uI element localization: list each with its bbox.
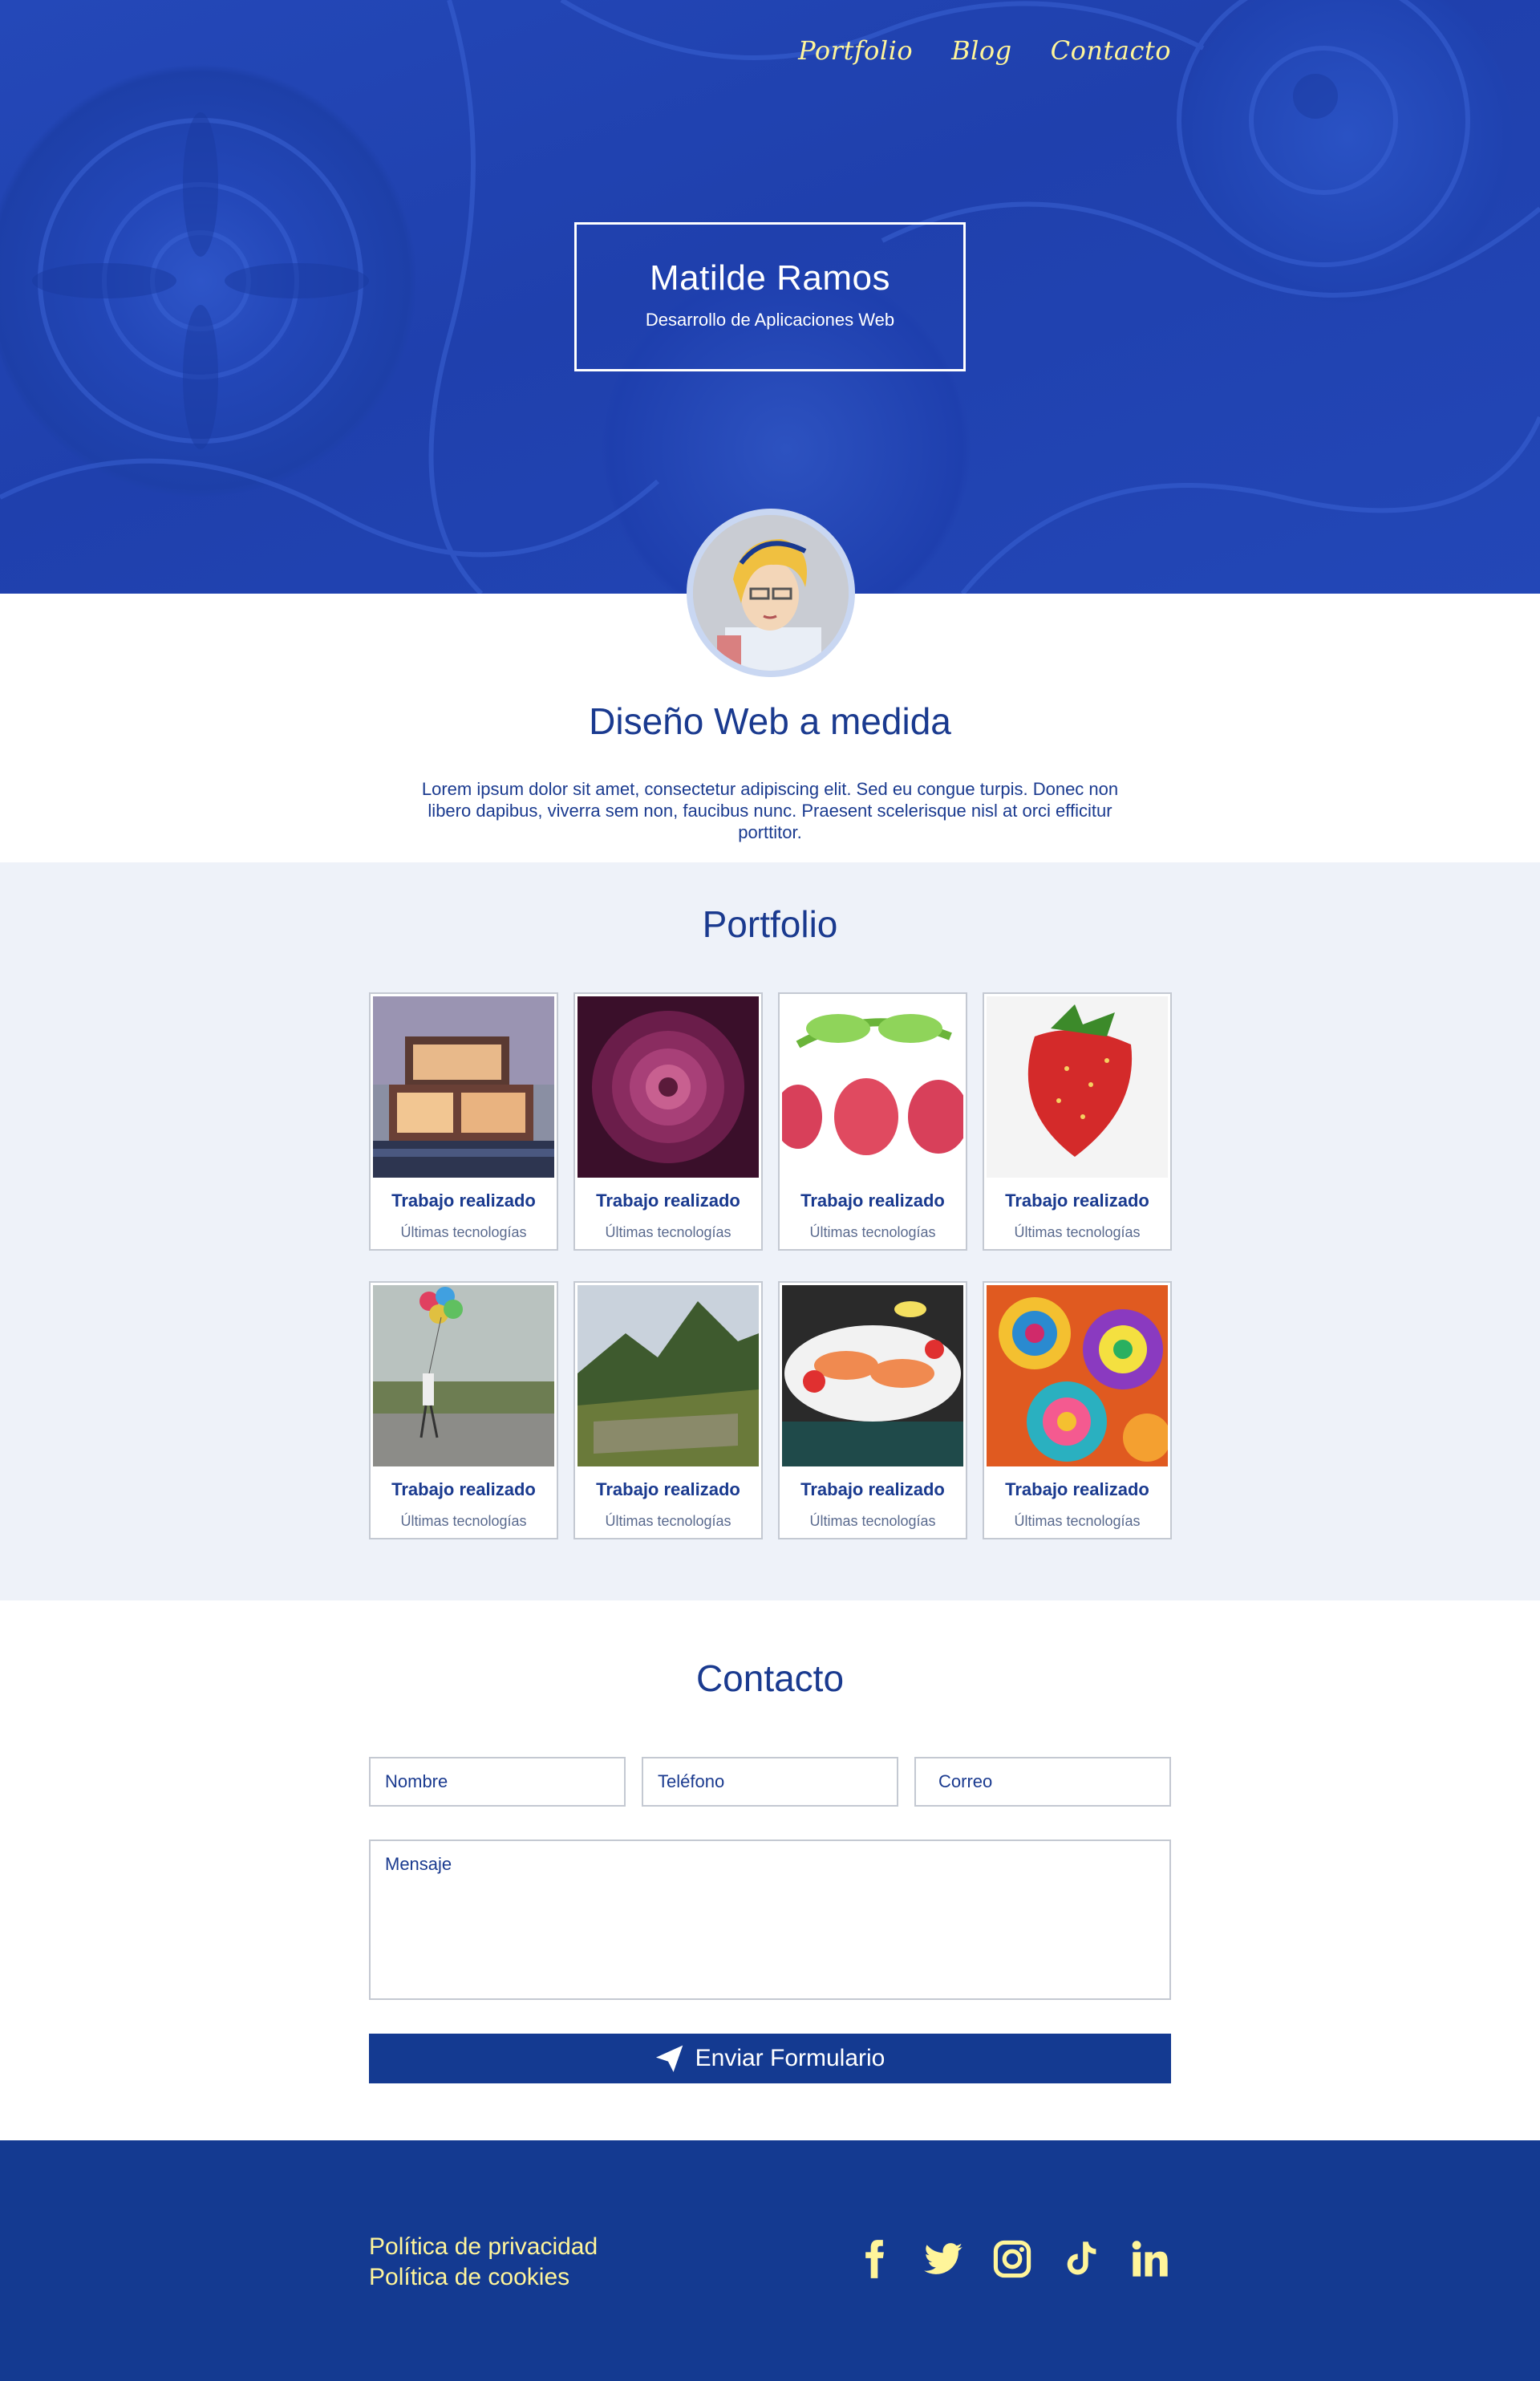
girl-with-balloons-image bbox=[373, 1285, 554, 1466]
portfolio-card[interactable]: Trabajo realizado Últimas tecnologías bbox=[369, 992, 558, 1251]
machu-picchu-image bbox=[578, 1285, 759, 1466]
card-title: Trabajo realizado bbox=[800, 1479, 945, 1499]
instagram-icon[interactable] bbox=[991, 2237, 1033, 2282]
card-subtitle: Últimas tecnologías bbox=[400, 1224, 527, 1240]
card-title: Trabajo realizado bbox=[391, 1190, 536, 1211]
portfolio-grid: Trabajo realizado Últimas tecnologías Tr… bbox=[369, 992, 1172, 1539]
phone-input[interactable] bbox=[642, 1757, 898, 1807]
card-subtitle: Últimas tecnologías bbox=[1014, 1224, 1141, 1240]
intro-text: Lorem ipsum dolor sit amet, consectetur … bbox=[421, 779, 1119, 842]
portfolio-card[interactable]: Trabajo realizado Últimas tecnologías bbox=[983, 1281, 1172, 1539]
card-subtitle: Últimas tecnologías bbox=[605, 1224, 732, 1240]
intro-title: Diseño Web a medida bbox=[589, 700, 951, 742]
raspberries-image bbox=[782, 996, 963, 1178]
hero-name: Matilde Ramos bbox=[650, 258, 890, 298]
social-links bbox=[853, 2237, 1171, 2282]
hero-tagline: Desarrollo de Aplicaciones Web bbox=[645, 310, 895, 330]
mandala-pattern-image bbox=[987, 1285, 1168, 1466]
nav-link-blog[interactable]: Blog bbox=[951, 35, 1012, 66]
submit-button[interactable]: Enviar Formulario bbox=[369, 2034, 1171, 2083]
twitter-icon[interactable] bbox=[922, 2237, 964, 2282]
email-input[interactable] bbox=[914, 1757, 1171, 1807]
nav-link-portfolio[interactable]: Portfolio bbox=[798, 35, 913, 66]
modern-house-image bbox=[373, 996, 554, 1178]
portfolio-card[interactable]: Trabajo realizado Últimas tecnologías bbox=[983, 992, 1172, 1251]
linkedin-icon[interactable] bbox=[1129, 2237, 1171, 2282]
card-title: Trabajo realizado bbox=[596, 1479, 740, 1499]
card-subtitle: Últimas tecnologías bbox=[400, 1513, 527, 1529]
card-title: Trabajo realizado bbox=[1005, 1479, 1149, 1499]
portfolio-title: Portfolio bbox=[0, 903, 1540, 946]
strawberry-image bbox=[987, 996, 1168, 1178]
card-subtitle: Últimas tecnologías bbox=[809, 1513, 936, 1529]
portfolio-card[interactable]: Trabajo realizado Últimas tecnologías bbox=[778, 992, 967, 1251]
footer bbox=[0, 2140, 1540, 2381]
hero-banner: Portfolio Blog Contacto Matilde Ramos De… bbox=[0, 0, 1540, 594]
card-subtitle: Últimas tecnologías bbox=[1014, 1513, 1141, 1529]
card-title: Trabajo realizado bbox=[1005, 1190, 1149, 1211]
paper-plane-icon bbox=[655, 2045, 683, 2072]
avatar-illustration bbox=[693, 515, 849, 671]
portfolio-card[interactable]: Trabajo realizado Últimas tecnologías bbox=[573, 992, 763, 1251]
card-title: Trabajo realizado bbox=[596, 1190, 740, 1211]
salmon-dish-image bbox=[782, 1285, 963, 1466]
card-title: Trabajo realizado bbox=[800, 1190, 945, 1211]
tiktok-icon[interactable] bbox=[1060, 2237, 1102, 2282]
nav-link-contacto[interactable]: Contacto bbox=[1051, 35, 1171, 66]
portfolio-card[interactable]: Trabajo realizado Últimas tecnologías bbox=[369, 1281, 558, 1539]
privacy-link[interactable]: Política de privacidad bbox=[369, 2232, 598, 2262]
name-input[interactable] bbox=[369, 1757, 626, 1807]
footer-links: Política de privacidad Política de cooki… bbox=[369, 2232, 598, 2293]
card-subtitle: Últimas tecnologías bbox=[809, 1224, 936, 1240]
card-subtitle: Últimas tecnologías bbox=[605, 1513, 732, 1529]
portfolio-title-text: Portfolio bbox=[702, 903, 838, 945]
cookies-link[interactable]: Política de cookies bbox=[369, 2262, 598, 2293]
message-textarea[interactable] bbox=[369, 1839, 1171, 2000]
portfolio-card[interactable]: Trabajo realizado Últimas tecnologías bbox=[573, 1281, 763, 1539]
avatar bbox=[687, 509, 855, 677]
card-title: Trabajo realizado bbox=[391, 1479, 536, 1499]
hero-title-box: Matilde Ramos Desarrollo de Aplicaciones… bbox=[574, 222, 966, 371]
facebook-icon[interactable] bbox=[853, 2237, 895, 2282]
submit-label: Enviar Formulario bbox=[695, 2045, 886, 2071]
fractal-flower-image bbox=[578, 996, 759, 1178]
contact-title: Contacto bbox=[695, 1657, 845, 1699]
portfolio-card[interactable]: Trabajo realizado Últimas tecnologías bbox=[778, 1281, 967, 1539]
main-nav: Portfolio Blog Contacto bbox=[798, 35, 1171, 66]
